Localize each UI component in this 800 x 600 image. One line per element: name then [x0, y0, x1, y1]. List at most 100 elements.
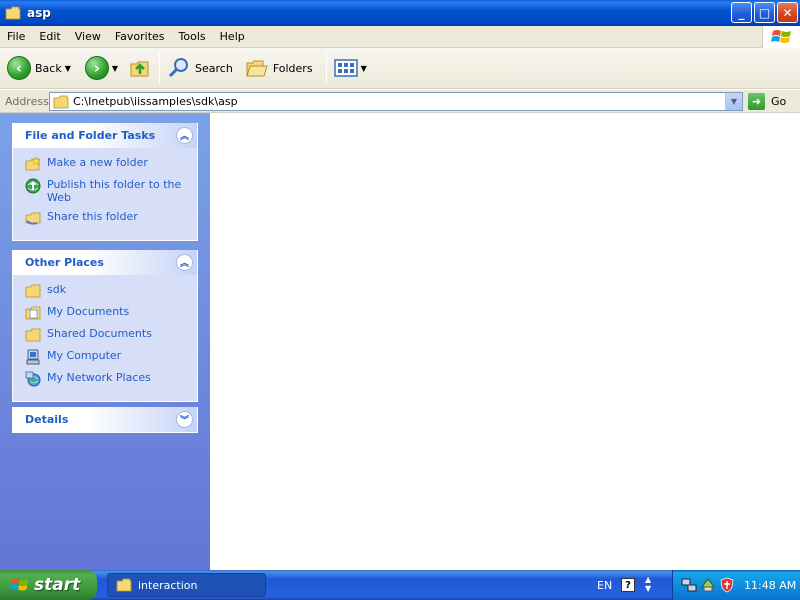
menu-bar: File Edit View Favorites Tools Help: [0, 26, 800, 48]
window-title: asp: [27, 6, 51, 20]
address-input[interactable]: C:\Inetpub\iissamples\sdk\asp ▼: [49, 92, 743, 111]
folder-icon: [53, 95, 69, 108]
collapse-chevron-icon[interactable]: ︽: [176, 254, 193, 271]
place-my-computer[interactable]: My Computer: [25, 349, 189, 365]
menu-view[interactable]: View: [68, 30, 108, 43]
place-label: Shared Documents: [47, 327, 152, 340]
folder-icon: [116, 578, 132, 592]
security-shield-icon[interactable]: [719, 577, 735, 593]
forward-arrow-icon: ›: [84, 56, 109, 80]
place-label: My Computer: [47, 349, 122, 362]
task-pane: File and Folder Tasks ︽ Make a new folde…: [0, 113, 210, 570]
file-folder-tasks-header[interactable]: File and Folder Tasks ︽: [13, 123, 197, 148]
views-icon: [333, 59, 358, 77]
windows-logo-icon: [10, 578, 29, 591]
views-dropdown-icon[interactable]: ▼: [361, 64, 367, 73]
task-share-folder[interactable]: Share this folder: [25, 210, 189, 226]
panel-title: Other Places: [25, 256, 104, 269]
forward-button[interactable]: › ▼: [82, 51, 121, 85]
menu-edit[interactable]: Edit: [32, 30, 67, 43]
task-publish-web[interactable]: Publish this folder to the Web: [25, 178, 189, 204]
other-places-header[interactable]: Other Places ︽: [13, 250, 197, 275]
taskbar-window-button[interactable]: interaction: [107, 573, 266, 597]
other-places-panel: Other Places ︽ sdk My Documents Shared D…: [12, 250, 198, 402]
windows-logo-icon: [762, 26, 800, 48]
minimize-button[interactable]: _: [731, 2, 752, 23]
task-label: Share this folder: [47, 210, 138, 223]
back-arrow-icon: ‹: [7, 56, 31, 80]
views-button[interactable]: ▼: [331, 51, 370, 85]
search-label: Search: [195, 61, 233, 75]
place-my-documents[interactable]: My Documents: [25, 305, 189, 321]
network-places-icon: [25, 371, 41, 387]
help-icon[interactable]: ?: [621, 578, 635, 592]
toolbar: ‹ Back ▼ › ▼ Search Folders ▼: [0, 48, 800, 89]
address-bar: Address C:\Inetpub\iissamples\sdk\asp ▼ …: [0, 90, 800, 113]
language-indicator[interactable]: EN: [597, 579, 612, 592]
expand-chevron-icon[interactable]: ︾: [176, 411, 193, 428]
maximize-button[interactable]: □: [754, 2, 775, 23]
taskbar-window-label: interaction: [138, 578, 198, 592]
toolbar-separator: [325, 52, 327, 84]
menu-tools[interactable]: Tools: [172, 30, 213, 43]
new-folder-icon: [25, 156, 41, 171]
folder-content-area[interactable]: [210, 113, 800, 570]
go-button[interactable]: ➜ Go: [748, 92, 786, 111]
panel-title: File and Folder Tasks: [25, 129, 156, 142]
place-label: My Documents: [47, 305, 130, 318]
details-panel: Details ︾: [12, 407, 198, 433]
place-label: My Network Places: [47, 371, 151, 384]
clock[interactable]: 11:48 AM: [744, 579, 796, 592]
start-label: start: [34, 575, 81, 595]
menu-file[interactable]: File: [0, 30, 32, 43]
panel-title: Details: [25, 413, 69, 426]
details-header[interactable]: Details ︾: [13, 407, 197, 432]
folders-icon: [246, 60, 268, 77]
task-label: Publish this folder to the Web: [47, 178, 182, 204]
system-tray: 11:48 AM: [672, 570, 800, 600]
back-dropdown-icon[interactable]: ▼: [65, 64, 71, 73]
window-controls: _ □ ✕: [731, 2, 798, 23]
address-dropdown-icon[interactable]: ▼: [725, 93, 742, 110]
address-label: Address: [5, 94, 49, 108]
close-button[interactable]: ✕: [777, 2, 798, 23]
folder-icon: [5, 6, 21, 20]
maximize-icon: □: [758, 5, 771, 20]
menu-help[interactable]: Help: [213, 30, 252, 43]
start-button[interactable]: start: [0, 570, 97, 600]
address-value: C:\Inetpub\iissamples\sdk\asp: [73, 95, 238, 108]
collapse-chevron-icon[interactable]: ︽: [176, 127, 193, 144]
back-label: Back: [35, 61, 62, 75]
safely-remove-hardware-icon[interactable]: [700, 577, 716, 593]
my-documents-icon: [25, 306, 41, 320]
my-computer-icon: [26, 349, 40, 365]
task-label: Make a new folder: [47, 156, 148, 169]
folders-button[interactable]: Folders: [242, 51, 316, 85]
back-button[interactable]: ‹ Back ▼: [4, 51, 74, 85]
place-label: sdk: [47, 283, 67, 296]
menu-favorites[interactable]: Favorites: [108, 30, 172, 43]
share-folder-icon: [25, 212, 41, 225]
network-connection-icon[interactable]: [681, 577, 697, 593]
toolbar-separator: [159, 52, 161, 84]
tray-scroll-arrows-icon[interactable]: ▲ ▼: [645, 575, 651, 593]
place-sdk[interactable]: sdk: [25, 283, 189, 299]
up-folder-button[interactable]: [125, 51, 155, 85]
close-icon: ✕: [782, 5, 793, 20]
file-folder-tasks-panel: File and Folder Tasks ︽ Make a new folde…: [12, 123, 198, 241]
up-folder-icon: [130, 61, 149, 77]
taskbar: start interaction EN ? ▲ ▼ 11:48 AM: [0, 570, 800, 600]
folder-icon: [25, 284, 41, 298]
title-bar: asp _ □ ✕: [0, 0, 800, 26]
go-label: Go: [771, 95, 787, 108]
place-network-places[interactable]: My Network Places: [25, 371, 189, 387]
forward-dropdown-icon[interactable]: ▼: [112, 64, 118, 73]
place-shared-documents[interactable]: Shared Documents: [25, 327, 189, 343]
search-icon: [168, 58, 189, 78]
search-button[interactable]: Search: [164, 51, 236, 85]
folder-icon: [25, 328, 41, 342]
task-make-new-folder[interactable]: Make a new folder: [25, 156, 189, 172]
folders-label: Folders: [272, 61, 313, 75]
publish-web-icon: [25, 178, 41, 194]
minimize-icon: _: [738, 5, 745, 20]
